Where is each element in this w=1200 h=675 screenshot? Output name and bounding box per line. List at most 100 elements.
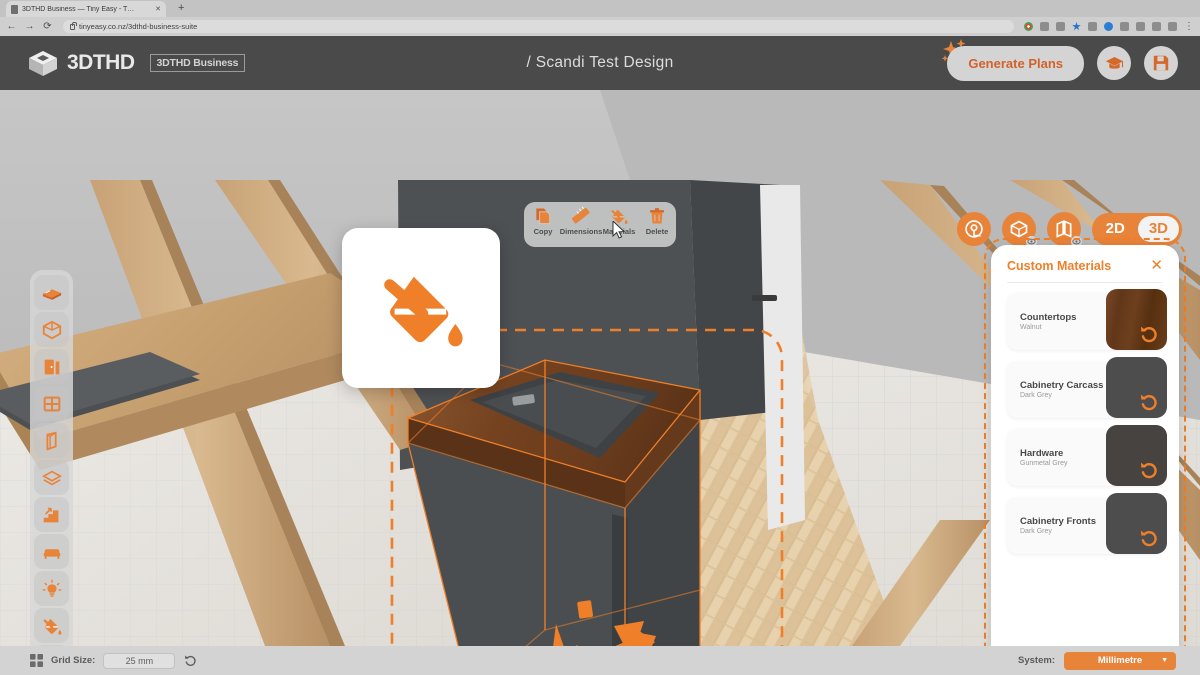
measure-tool-button[interactable] bbox=[956, 212, 991, 246]
sidebar-item-ceiling-tool[interactable] bbox=[34, 460, 69, 495]
list-item[interactable]: Cabinetry Fronts Dark Grey bbox=[1007, 493, 1167, 554]
material-text: Countertops Walnut bbox=[1007, 312, 1076, 331]
sidepanel-icon[interactable] bbox=[1152, 22, 1161, 31]
materials-list: Countertops Walnut Cabinetry Carcass Dar… bbox=[1007, 289, 1167, 554]
paint-bucket-icon bbox=[611, 209, 628, 224]
context-copy-button[interactable]: Copy bbox=[525, 206, 561, 236]
unit-system-select[interactable]: Millimetre ▼ bbox=[1064, 651, 1176, 670]
sidebar-item-wall-tool[interactable] bbox=[34, 423, 69, 458]
layers-icon bbox=[41, 470, 62, 485]
lock-icon bbox=[70, 22, 77, 30]
sidebar-item-floor-tool[interactable] bbox=[34, 275, 69, 310]
material-name: Hardware bbox=[1020, 448, 1064, 459]
unit-system-label: System: bbox=[1018, 655, 1055, 666]
paint-bucket-icon bbox=[384, 276, 463, 347]
share-icon[interactable] bbox=[1056, 22, 1065, 31]
reset-arrow-icon[interactable] bbox=[1138, 459, 1160, 481]
object-context-toolbar: Copy Dimensions Materials Delete bbox=[524, 202, 676, 247]
stairs-icon bbox=[43, 507, 58, 522]
list-item[interactable]: Hardware Gunmetal Grey bbox=[1007, 425, 1167, 486]
brand-badge: 3DTHD Business bbox=[149, 54, 246, 72]
forward-button[interactable]: → bbox=[24, 21, 35, 33]
context-dimensions-label: Dimensions bbox=[559, 227, 603, 236]
close-icon[interactable]: ✕ bbox=[1150, 258, 1163, 273]
floor-slab-icon bbox=[42, 288, 61, 300]
context-dimensions-button[interactable]: Dimensions bbox=[560, 206, 602, 236]
material-name: Countertops bbox=[1020, 312, 1077, 323]
list-item[interactable]: Countertops Walnut bbox=[1007, 289, 1167, 350]
sidebar-item-stairs-tool[interactable] bbox=[34, 497, 69, 532]
generate-plans-button[interactable]: Generate Plans bbox=[947, 45, 1084, 81]
grid-icon bbox=[30, 654, 43, 667]
sidebar-item-lighting-tool[interactable] bbox=[34, 571, 69, 606]
puzzle-icon[interactable] bbox=[1136, 22, 1145, 31]
bookmark-star-icon[interactable] bbox=[1072, 22, 1081, 31]
zoom-icon[interactable] bbox=[1040, 22, 1049, 31]
material-swatch[interactable] bbox=[1106, 493, 1167, 554]
favicon bbox=[11, 4, 18, 14]
reset-arrow-icon[interactable] bbox=[1138, 527, 1160, 549]
browser-menu-button[interactable]: ⋮ bbox=[1184, 22, 1194, 32]
pen-icon[interactable] bbox=[1120, 22, 1129, 31]
browser-chrome: 3DTHD Business — Tiny Easy - T… ✕ + ← → … bbox=[0, 0, 1200, 36]
app-root: 3DTHD Business — Tiny Easy - T… ✕ + ← → … bbox=[0, 0, 1200, 675]
material-name: Cabinetry Fronts bbox=[1020, 516, 1097, 527]
material-value: Walnut bbox=[1020, 324, 1042, 331]
address-bar[interactable]: tinyeasy.co.nz/3dthd-business-suite bbox=[63, 20, 1014, 33]
profile-icon[interactable] bbox=[1168, 22, 1177, 31]
sidebar-item-door-tool[interactable] bbox=[34, 349, 69, 384]
reset-arrow-icon[interactable] bbox=[183, 653, 198, 668]
chevron-down-icon: ▼ bbox=[1161, 657, 1168, 664]
list-item[interactable]: Cabinetry Carcass Dark Grey bbox=[1007, 357, 1167, 418]
materials-panel-title: Custom Materials bbox=[1007, 259, 1112, 273]
wall-panel-icon bbox=[46, 431, 57, 451]
browser-toolbar: ← → ⟳ tinyeasy.co.nz/3dthd-business-suit… bbox=[0, 17, 1200, 36]
camera-icon[interactable] bbox=[1088, 22, 1097, 31]
grid-size-input[interactable]: 25 mm bbox=[103, 652, 176, 669]
viewport-3d[interactable]: Copy Dimensions Materials Delete 2D 3D C… bbox=[0, 90, 1200, 646]
reset-arrow-icon[interactable] bbox=[1138, 323, 1160, 345]
save-button[interactable] bbox=[1144, 46, 1178, 80]
learn-button[interactable] bbox=[1097, 46, 1131, 80]
trash-icon bbox=[649, 208, 665, 224]
paint-bucket-icon bbox=[43, 618, 61, 635]
divider bbox=[1007, 282, 1163, 283]
browser-tab[interactable]: 3DTHD Business — Tiny Easy - T… ✕ bbox=[6, 1, 166, 17]
material-swatch[interactable] bbox=[1106, 289, 1167, 350]
grid-size-group: Grid Size: 25 mm bbox=[30, 652, 198, 669]
chrome-icon[interactable] bbox=[1024, 22, 1033, 31]
reset-arrow-icon[interactable] bbox=[1138, 391, 1160, 413]
materials-panel-header: Custom Materials ✕ bbox=[1007, 258, 1163, 273]
material-text: Cabinetry Fronts Dark Grey bbox=[1007, 516, 1096, 535]
context-materials-label: Materials bbox=[602, 227, 636, 236]
room-cube-icon bbox=[42, 320, 61, 339]
sidebar-item-materials-tool[interactable] bbox=[34, 608, 69, 643]
sidebar-item-furniture-tool[interactable] bbox=[34, 534, 69, 569]
context-delete-button[interactable]: Delete bbox=[639, 206, 675, 236]
material-swatch[interactable] bbox=[1106, 425, 1167, 486]
window-icon bbox=[43, 396, 60, 411]
graduation-cap-icon bbox=[1105, 56, 1123, 69]
tool-rail bbox=[30, 270, 73, 646]
brand-name: 3DTHD bbox=[67, 51, 135, 74]
close-icon[interactable]: ✕ bbox=[155, 5, 161, 13]
door-icon bbox=[44, 359, 59, 374]
context-materials-button[interactable]: Materials bbox=[601, 206, 637, 236]
sofa-icon bbox=[43, 548, 60, 559]
material-swatch[interactable] bbox=[1106, 357, 1167, 418]
blue-circle-icon[interactable] bbox=[1104, 22, 1113, 31]
light-bulb-icon bbox=[42, 579, 61, 597]
sidebar-item-room-tool[interactable] bbox=[34, 312, 69, 347]
url-text: tinyeasy.co.nz/3dthd-business-suite bbox=[79, 22, 198, 31]
material-value: Gunmetal Grey bbox=[1020, 460, 1068, 467]
copy-icon bbox=[536, 208, 551, 224]
back-button[interactable]: ← bbox=[6, 21, 17, 33]
unit-system-value: Millimetre bbox=[1097, 655, 1143, 666]
sidebar-item-window-tool[interactable] bbox=[34, 386, 69, 421]
material-preview-card[interactable] bbox=[342, 228, 500, 388]
new-tab-button[interactable]: + bbox=[178, 3, 184, 14]
material-name: Cabinetry Carcass bbox=[1020, 380, 1104, 391]
app-logo[interactable]: 3DTHD 3DTHD Business bbox=[28, 50, 246, 77]
reload-button[interactable]: ⟳ bbox=[42, 21, 53, 33]
unit-system-group: System: Millimetre ▼ bbox=[1018, 651, 1176, 670]
